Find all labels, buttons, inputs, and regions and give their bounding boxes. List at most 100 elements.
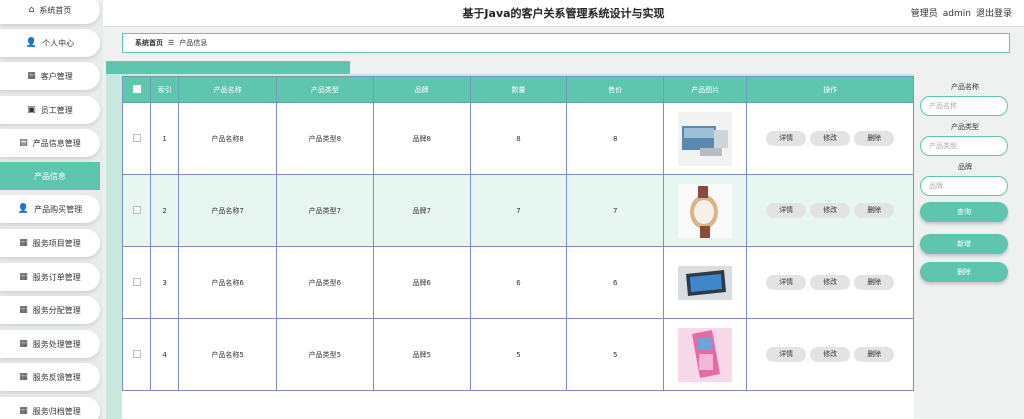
username: admin [942, 9, 971, 19]
edit-button[interactable]: 修改 [810, 275, 851, 290]
sidebar-item-customers[interactable]: ▦ 客户管理 [0, 62, 100, 90]
product-image [678, 265, 733, 300]
top-header: 基于Java的客户关系管理系统设计与实现 管理员 admin 退出登录 [103, 0, 1024, 27]
sidebar-item-label: 系统首页 [39, 5, 72, 15]
sidebar-item-service-archive[interactable]: ▦ 服务归档管理 [0, 397, 100, 419]
page-title: 基于Java的客户关系管理系统设计与实现 [462, 7, 665, 20]
cell-type: 产品类型6 [276, 246, 374, 319]
grid-icon: ▦ [19, 238, 28, 248]
search-panel: 产品名称 产品名称 产品类型 产品类型 品牌 品牌 查询 新增 删除 [920, 76, 1010, 282]
user-role: 管理员 [910, 9, 938, 19]
sidebar-item-label: 产品信息管理 [32, 138, 81, 148]
search-type-label: 产品类型 [951, 123, 979, 131]
sidebar-item-label: 服务项目管理 [32, 238, 81, 248]
sidebar-item-purchase[interactable]: 👤 产品购买管理 [0, 195, 100, 223]
delete-button[interactable]: 删除 [854, 347, 895, 362]
column-header: 产品名称 [178, 76, 278, 103]
sidebar-item-product-info[interactable]: 产品信息 [0, 162, 100, 190]
cell-type: 产品类型8 [276, 102, 374, 175]
table-row: 2 产品名称7 产品类型7 品牌7 7 7 详情 修改 删除 [122, 174, 914, 247]
cell-price: 5 [566, 318, 665, 391]
sidebar: ⌂ 系统首页 👤 个人中心 ▦ 客户管理 ▣ 员工管理 ▤ 产品信息管理 产品信息 👤 产品… [0, 0, 103, 419]
cell-name: 产品名称6 [178, 246, 278, 319]
edit-button[interactable]: 修改 [810, 203, 851, 218]
cell-name: 产品名称5 [178, 318, 278, 391]
edit-button[interactable]: 修改 [810, 131, 851, 146]
product-image [678, 327, 733, 382]
user-area: 管理员 admin 退出登录 [906, 6, 1012, 19]
add-button[interactable]: 新增 [920, 234, 1008, 254]
table-row: 4 产品名称5 产品类型5 品牌5 5 5 详情 修改 删除 [122, 318, 914, 391]
table-row: 1 产品名称8 产品类型8 品牌8 8 8 详情 修改 删除 [122, 102, 914, 175]
sidebar-item-service-items[interactable]: ▦ 服务项目管理 [0, 229, 100, 257]
column-header: 数量 [469, 76, 568, 103]
cell-brand: 品牌6 [372, 246, 471, 319]
sidebar-item-employees[interactable]: ▣ 员工管理 [0, 96, 100, 124]
query-button[interactable]: 查询 [920, 202, 1008, 222]
delete-button[interactable]: 删除 [854, 203, 895, 218]
detail-button[interactable]: 详情 [766, 275, 807, 290]
grid-icon: ▦ [19, 305, 28, 315]
product-image [678, 183, 733, 238]
detail-button[interactable]: 详情 [766, 131, 807, 146]
cell-index: 4 [150, 318, 180, 391]
sidebar-item-home[interactable]: ⌂ 系统首页 [0, 0, 100, 24]
grid-icon: ▦ [27, 71, 36, 81]
sidebar-item-label: 产品信息 [34, 171, 66, 181]
table-row: 3 产品名称6 产品类型6 品牌6 6 6 详情 修改 删除 [122, 246, 914, 319]
detail-button[interactable]: 详情 [766, 203, 807, 218]
breadcrumb: 系统首页 ☰ 产品信息 [122, 33, 1010, 53]
home-icon: ⌂ [28, 5, 35, 15]
column-header: 操作 [746, 76, 914, 103]
row-checkbox[interactable] [132, 277, 141, 286]
cell-qty: 5 [469, 318, 568, 391]
row-checkbox[interactable] [132, 349, 141, 358]
delete-button[interactable]: 删除 [854, 131, 895, 146]
select-all-checkbox[interactable] [132, 84, 141, 93]
cell-brand: 品牌5 [372, 318, 471, 391]
cell-name: 产品名称7 [178, 174, 278, 247]
sidebar-item-profile[interactable]: 👤 个人中心 [0, 29, 100, 57]
column-header: 品牌 [372, 76, 471, 103]
cell-name: 产品名称8 [178, 102, 278, 175]
sidebar-item-label: 服务归档管理 [32, 406, 81, 416]
sidebar-item-service-process[interactable]: ▦ 服务处理管理 [0, 330, 100, 358]
cell-brand: 品牌8 [372, 102, 471, 175]
row-checkbox[interactable] [132, 133, 141, 142]
sidebar-item-label: 个人中心 [42, 38, 75, 48]
product-image-art [678, 183, 733, 238]
detail-button[interactable]: 详情 [766, 347, 807, 362]
logout-link[interactable]: 退出登录 [976, 9, 1012, 19]
select-all-cell[interactable] [122, 76, 152, 103]
sidebar-item-label: 服务反馈管理 [32, 372, 81, 382]
cell-brand: 品牌7 [372, 174, 471, 247]
sidebar-item-service-feedback[interactable]: ▦ 服务反馈管理 [0, 363, 100, 391]
cell-qty: 8 [469, 102, 568, 175]
edit-button[interactable]: 修改 [810, 347, 851, 362]
grid-icon: ▦ [19, 406, 28, 416]
table-header-row: 索引 产品名称 产品类型 品牌 数量 售价 产品图片 操作 [122, 76, 914, 103]
sidebar-item-label: 客户管理 [40, 71, 73, 81]
sidebar-item-label: 产品购买管理 [34, 204, 83, 214]
user-icon: 👤 [17, 204, 30, 214]
delete-button[interactable]: 删除 [854, 275, 895, 290]
cell-index: 2 [150, 174, 180, 247]
cell-qty: 6 [469, 246, 568, 319]
column-header: 产品图片 [663, 76, 748, 103]
search-brand-input[interactable]: 品牌 [920, 176, 1008, 196]
sidebar-item-product-info-manage[interactable]: ▤ 产品信息管理 [0, 129, 100, 157]
sidebar-item-service-assign[interactable]: ▦ 服务分配管理 [0, 296, 100, 324]
menu-icon: ☰ [168, 39, 175, 47]
search-type-input[interactable]: 产品类型 [920, 136, 1008, 156]
product-image-art [692, 329, 721, 378]
batch-delete-button[interactable]: 删除 [920, 262, 1008, 282]
sidebar-item-service-orders[interactable]: ▦ 服务订单管理 [0, 263, 100, 291]
row-checkbox[interactable] [132, 205, 141, 214]
product-image-art [682, 125, 729, 156]
sidebar-item-label: 服务分配管理 [32, 305, 81, 315]
breadcrumb-current: 产品信息 [179, 39, 208, 47]
breadcrumb-home[interactable]: 系统首页 [135, 38, 163, 48]
search-name-input[interactable]: 产品名称 [920, 96, 1008, 116]
cell-type: 产品类型7 [276, 174, 374, 247]
clipboard-icon: ▤ [19, 138, 28, 148]
